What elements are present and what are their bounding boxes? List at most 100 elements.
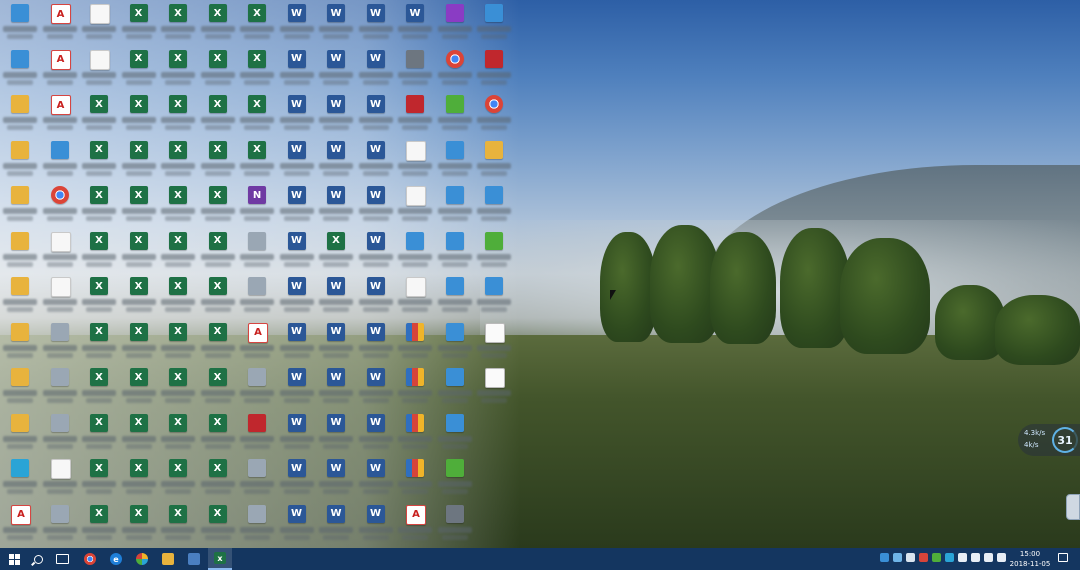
desktop-icon-gray[interactable] — [395, 46, 435, 90]
desktop-icon-folder[interactable] — [0, 410, 40, 454]
desktop-icon-excel[interactable]: X — [158, 501, 198, 545]
desktop-icon-blank[interactable] — [40, 273, 80, 317]
desktop-icon-zip[interactable] — [395, 364, 435, 408]
desktop-icon-app[interactable] — [0, 46, 40, 90]
tray-app-icon[interactable] — [919, 553, 928, 562]
desktop-icon-word[interactable]: W — [277, 182, 317, 226]
taskbar-remote-desktop[interactable] — [182, 548, 206, 570]
desktop-icon-red[interactable] — [237, 410, 277, 454]
desktop-icon-word[interactable]: W — [277, 455, 317, 499]
desktop-icon-pdf[interactable]: A — [40, 91, 80, 135]
network-icon[interactable] — [958, 553, 967, 562]
desktop-icon-excel[interactable]: X — [198, 364, 238, 408]
desktop-icon-purple[interactable] — [435, 0, 475, 44]
desktop-icon-word[interactable]: W — [277, 319, 317, 363]
desktop-icon-excel[interactable]: X — [158, 455, 198, 499]
desktop-icon-excel[interactable]: X — [119, 410, 159, 454]
desktop-icon-word[interactable]: W — [316, 410, 356, 454]
desktop-icon-excel[interactable]: X — [198, 0, 238, 44]
desktop-icon-word[interactable]: W — [356, 410, 396, 454]
side-dock-tab[interactable] — [1066, 494, 1080, 520]
tray-shield-icon[interactable] — [945, 553, 954, 562]
desktop-icon-img[interactable] — [237, 501, 277, 545]
desktop-icon-folder[interactable] — [0, 228, 40, 272]
desktop-icon-excel[interactable]: X — [79, 455, 119, 499]
desktop-icon-app[interactable] — [474, 182, 514, 226]
desktop-icon-excel[interactable]: X — [119, 182, 159, 226]
taskbar-chrome[interactable] — [78, 548, 102, 570]
desktop-icon-word[interactable]: W — [356, 182, 396, 226]
desktop-icon-excel[interactable]: X — [79, 137, 119, 181]
desktop-icon-pdf[interactable]: A — [40, 46, 80, 90]
desktop-icon-excel[interactable]: X — [158, 364, 198, 408]
desktop-icon-green[interactable] — [435, 91, 475, 135]
desktop-icon-excel[interactable]: X — [79, 273, 119, 317]
desktop-icon-excel[interactable]: X — [119, 91, 159, 135]
desktop-icon-excel[interactable]: X — [158, 46, 198, 90]
desktop-icon-pdf[interactable]: A — [0, 501, 40, 545]
desktop-icon-app[interactable] — [435, 137, 475, 181]
desktop-icon-word[interactable]: W — [356, 228, 396, 272]
desktop-icon-folder[interactable] — [0, 91, 40, 135]
desktop-icon-img[interactable] — [40, 364, 80, 408]
desktop-icon-excel[interactable]: X — [158, 319, 198, 363]
desktop-icon-excel[interactable]: X — [79, 319, 119, 363]
desktop-icon-folder[interactable] — [0, 364, 40, 408]
volume-icon[interactable] — [971, 553, 980, 562]
desktop-icon-zip[interactable] — [395, 319, 435, 363]
desktop-icon-green[interactable] — [474, 228, 514, 272]
desktop-icon-word[interactable]: W — [277, 273, 317, 317]
desktop-icon-word[interactable]: W — [356, 273, 396, 317]
desktop-icon-word[interactable]: W — [277, 364, 317, 408]
desktop-icon-note[interactable]: N — [237, 182, 277, 226]
desktop-icon-app[interactable] — [474, 273, 514, 317]
desktop-icon-word[interactable]: W — [356, 0, 396, 44]
desktop-icon-app[interactable] — [435, 182, 475, 226]
desktop-icon-folder[interactable] — [0, 182, 40, 226]
desktop-icon-zip[interactable] — [395, 455, 435, 499]
desktop-icon-folder[interactable] — [0, 319, 40, 363]
desktop-icon-cyan[interactable] — [0, 455, 40, 499]
desktop-icon-zip[interactable] — [395, 410, 435, 454]
desktop-icon-pdf[interactable]: A — [395, 501, 435, 545]
desktop-icon-pdf[interactable]: A — [40, 0, 80, 44]
task-view-button[interactable] — [50, 548, 74, 570]
desktop-icon-excel[interactable]: X — [237, 91, 277, 135]
start-button[interactable] — [2, 548, 26, 570]
desktop-icon-excel[interactable]: X — [198, 273, 238, 317]
desktop-icon-excel[interactable]: X — [119, 46, 159, 90]
desktop-icon-excel[interactable]: X — [198, 137, 238, 181]
desktop-icon-chrome[interactable] — [40, 182, 80, 226]
desktop-icon-excel[interactable]: X — [237, 0, 277, 44]
desktop-icon-excel[interactable]: X — [198, 46, 238, 90]
desktop-icon-excel[interactable]: X — [237, 137, 277, 181]
desktop-icon-word[interactable]: W — [277, 91, 317, 135]
tray-app-icon[interactable] — [880, 553, 889, 562]
desktop-icon-folder[interactable] — [474, 137, 514, 181]
desktop-icon-word[interactable]: W — [356, 319, 396, 363]
desktop-icon-word[interactable]: W — [316, 364, 356, 408]
desktop-icon-excel[interactable]: X — [198, 91, 238, 135]
desktop-icon-excel[interactable]: X — [198, 501, 238, 545]
desktop-icon-pdf[interactable]: A — [237, 319, 277, 363]
desktop-icon-app[interactable] — [395, 228, 435, 272]
desktop-icon-red[interactable] — [395, 91, 435, 135]
network-speed-widget[interactable]: 4.3k/s 4k/s 31 — [1018, 424, 1080, 456]
desktop-icon-green[interactable] — [435, 455, 475, 499]
desktop-icon-app[interactable] — [435, 410, 475, 454]
desktop-icon-app[interactable] — [435, 228, 475, 272]
desktop-icon-excel[interactable]: X — [158, 0, 198, 44]
desktop-icon-word[interactable]: W — [316, 273, 356, 317]
desktop-icon-word[interactable]: W — [277, 46, 317, 90]
desktop-icon-blank[interactable] — [79, 0, 119, 44]
desktop-icon-word[interactable]: W — [356, 364, 396, 408]
desktop-icon-excel[interactable]: X — [79, 364, 119, 408]
desktop-icon-img[interactable] — [40, 410, 80, 454]
desktop-icon-excel[interactable]: X — [198, 319, 238, 363]
desktop-icon-excel[interactable]: X — [119, 501, 159, 545]
desktop-icon-excel[interactable]: X — [119, 364, 159, 408]
desktop-icon-excel[interactable]: X — [198, 182, 238, 226]
search-button[interactable] — [26, 548, 50, 570]
desktop-icon-blank[interactable] — [40, 228, 80, 272]
desktop-icon-word[interactable]: W — [277, 228, 317, 272]
